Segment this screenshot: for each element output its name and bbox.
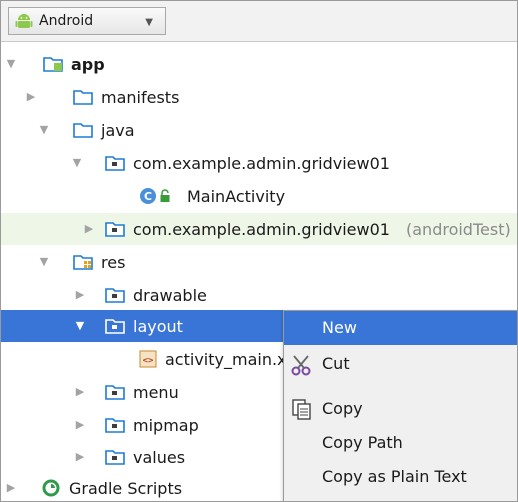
menu-item-new[interactable]: New [284,311,517,345]
tree-item-java[interactable]: ▼ java [1,114,517,146]
folder-icon [73,88,95,106]
tree-item-label: MainActivity [187,187,286,206]
copy-icon [290,399,314,421]
expand-arrow-icon[interactable]: ▶ [5,481,17,494]
expand-arrow-icon[interactable]: ▼ [74,319,86,332]
context-menu: New Cut Copy Copy Path Copy as Plain Tex… [283,310,517,501]
package-icon [105,416,127,434]
svg-text:<>: <> [143,356,154,366]
gradle-icon [41,479,61,497]
tree-item-manifests[interactable]: ▶ manifests [1,81,517,113]
expand-arrow-icon[interactable]: ▼ [5,57,17,70]
menu-item-label: Copy [322,399,363,418]
menu-item-label: Copy Path [322,433,403,452]
menu-item-copy-path[interactable]: Copy Path [284,426,517,460]
tree-item-drawable[interactable]: ▶ drawable [1,279,517,311]
expand-arrow-icon[interactable]: ▶ [83,222,95,235]
menu-item-label: New [322,318,357,337]
tree-item-label: Gradle Scripts [69,479,183,498]
scissors-icon [290,354,314,376]
tree-item-label: drawable [133,286,207,305]
tree-item-mainactivity[interactable]: C MainActivity [1,180,517,212]
folder-icon [73,121,95,139]
tree-item-label: com.example.admin.gridview01 [133,220,390,239]
tree-item-label: mipmap [133,416,199,435]
menu-item-copy[interactable]: Copy [284,392,517,426]
tree-item-label: com.example.admin.gridview01 [133,154,390,173]
expand-arrow-icon[interactable]: ▶ [74,418,86,431]
class-icon: C [139,187,157,205]
tree-item-label: manifests [101,88,180,107]
expand-arrow-icon[interactable]: ▼ [38,255,50,268]
project-view-selector[interactable]: Android ▼ [8,7,166,35]
package-icon [105,220,127,238]
tree-item-suffix: (androidTest) [406,220,511,239]
menu-item-label: Copy as Plain Text [322,467,467,486]
tree-item-label: java [101,121,135,140]
tree-item-label: res [101,253,126,272]
tree-item-label: layout [133,317,183,336]
menu-item-copy-as-plain-text[interactable]: Copy as Plain Text [284,460,517,494]
app-module-icon [43,55,65,73]
tree-item-label: menu [133,383,179,402]
expand-arrow-icon[interactable]: ▶ [74,288,86,301]
expand-arrow-icon[interactable]: ▶ [74,450,86,463]
package-icon [105,286,127,304]
expand-arrow-icon[interactable]: ▶ [74,385,86,398]
android-icon [15,12,33,30]
project-view-toolbar: Android ▼ [1,1,517,42]
expand-arrow-icon[interactable]: ▼ [38,123,50,136]
tree-item-package-androidtest[interactable]: ▶ com.example.admin.gridview01 (androidT… [1,213,517,245]
package-icon [105,383,127,401]
tree-item-app[interactable]: ▼ app [1,48,517,80]
xml-file-icon: <> [139,350,157,368]
package-icon [105,154,127,172]
chevron-down-icon: ▼ [145,17,153,28]
res-folder-icon [73,253,95,271]
expand-arrow-icon[interactable]: ▶ [25,90,37,103]
tree-item-res[interactable]: ▼ res [1,246,517,278]
tree-item-label: app [71,55,105,74]
lock-icon [159,189,171,203]
svg-text:C: C [144,190,152,203]
package-icon [105,317,127,335]
menu-item-label: Cut [322,354,350,373]
tree-item-package-main[interactable]: ▼ com.example.admin.gridview01 [1,147,517,179]
package-icon [105,448,127,466]
expand-arrow-icon[interactable]: ▼ [71,156,83,169]
project-view-selector-label: Android [39,13,94,29]
project-tool-window: Android ▼ ▼ app ▶ manifests ▼ java ▼ com… [0,0,518,502]
menu-item-cut[interactable]: Cut [284,347,517,381]
tree-item-label: values [133,448,186,467]
